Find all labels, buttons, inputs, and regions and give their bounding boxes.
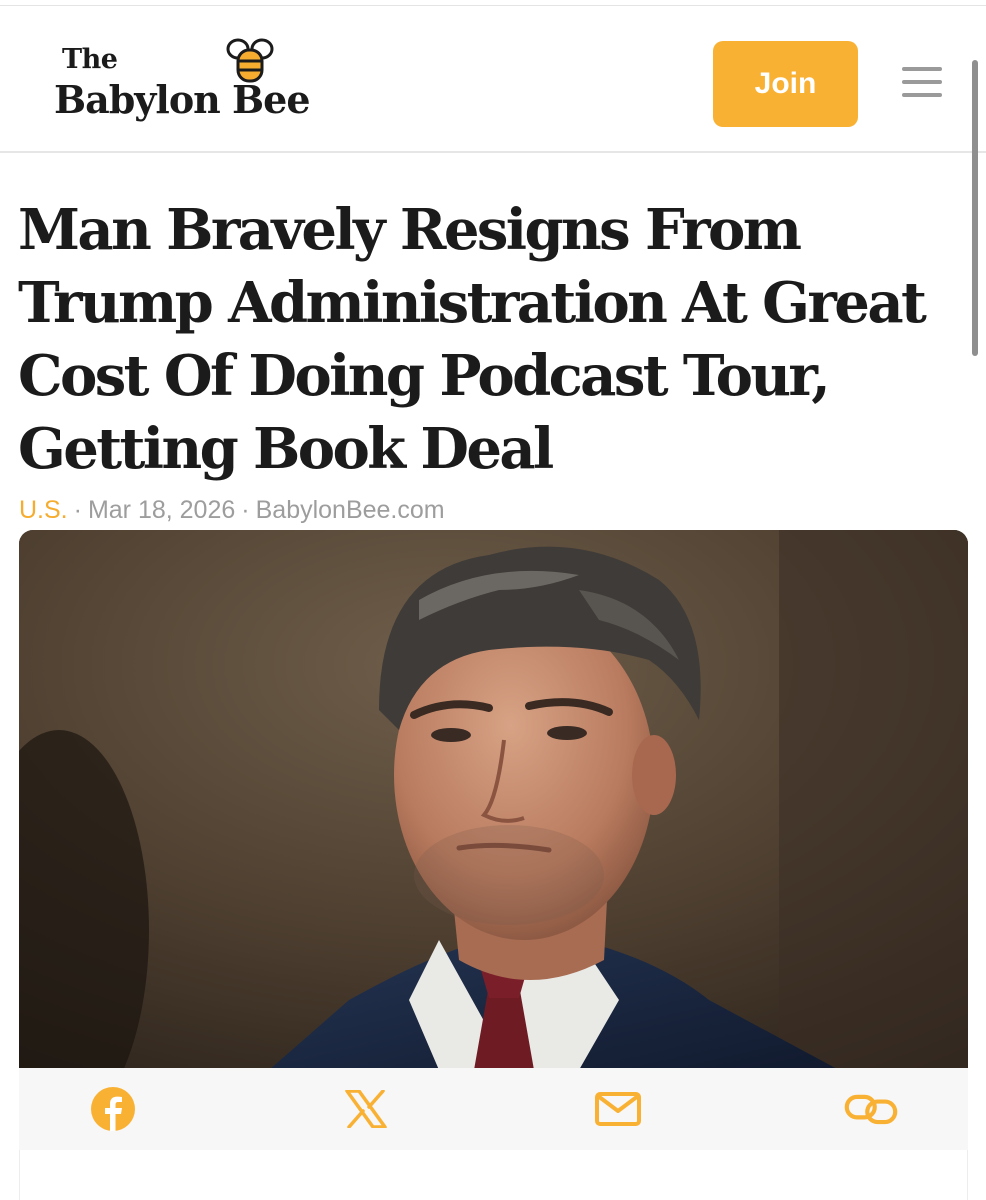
hero-photo bbox=[19, 530, 968, 1070]
page-scrollbar[interactable] bbox=[972, 60, 978, 356]
meta-separator: · bbox=[241, 496, 250, 524]
email-share-button[interactable] bbox=[591, 1082, 645, 1136]
facebook-icon bbox=[91, 1087, 135, 1131]
article-date: Mar 18, 2026 bbox=[87, 496, 236, 524]
hamburger-icon-line-middle bbox=[902, 80, 942, 84]
article-category-link[interactable]: U.S. bbox=[19, 496, 68, 524]
logo-text-main: Babylon Bee bbox=[54, 77, 311, 122]
top-divider bbox=[0, 0, 986, 6]
site-header: The Babylon Bee Join bbox=[0, 7, 986, 153]
copy-link-button[interactable] bbox=[844, 1082, 898, 1136]
x-icon bbox=[345, 1090, 387, 1128]
menu-button[interactable] bbox=[898, 61, 946, 103]
hero-image bbox=[19, 530, 968, 1070]
email-icon bbox=[595, 1092, 641, 1126]
join-button[interactable]: Join bbox=[713, 41, 858, 127]
logo-text-the: The bbox=[62, 44, 118, 75]
meta-separator: · bbox=[73, 496, 82, 524]
facebook-share-button[interactable] bbox=[86, 1082, 140, 1136]
hamburger-icon-line-top bbox=[902, 67, 942, 71]
link-icon bbox=[844, 1094, 898, 1125]
article-source: BabylonBee.com bbox=[255, 496, 445, 524]
x-share-button[interactable] bbox=[339, 1082, 393, 1136]
article-meta: U.S. · Mar 18, 2026 · BabylonBee.com bbox=[19, 496, 445, 525]
article-headline: Man Bravely Resigns From Trump Administr… bbox=[18, 197, 927, 482]
share-bar bbox=[19, 1068, 968, 1150]
site-logo[interactable]: The Babylon Bee bbox=[52, 37, 362, 127]
hamburger-icon-line-bottom bbox=[902, 93, 942, 97]
article-body-top bbox=[19, 1150, 968, 1200]
